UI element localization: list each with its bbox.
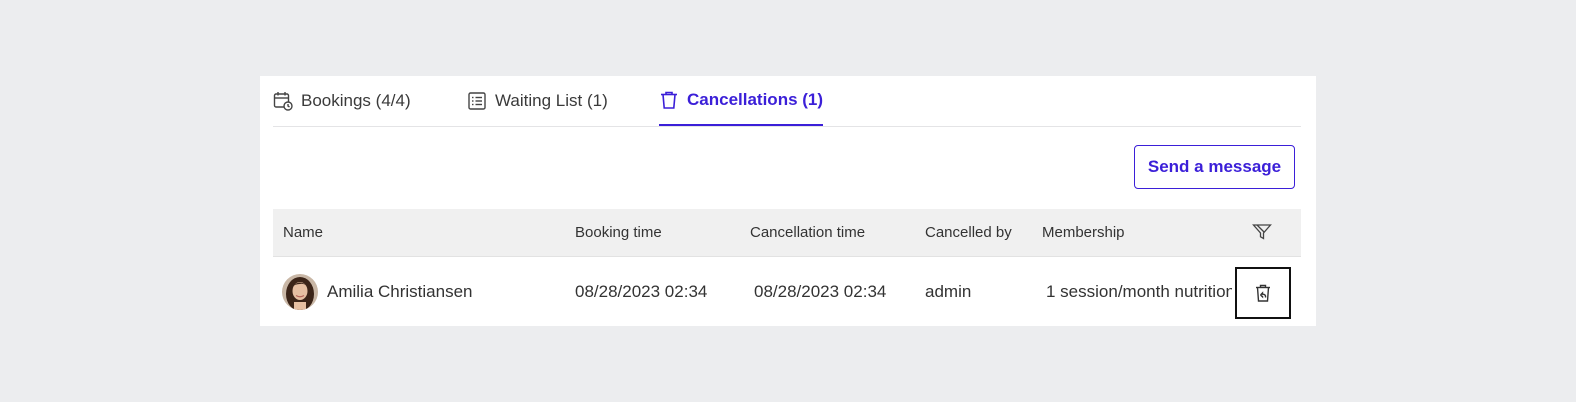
column-header-cancelled-by: Cancelled by	[925, 224, 1012, 241]
table-row[interactable]: Amilia Christiansen 08/28/2023 02:34 08/…	[273, 258, 1301, 326]
cancellation-time-cell: 08/28/2023 02:34	[754, 282, 887, 301]
avatar	[282, 274, 318, 310]
trash-restore-icon	[1256, 284, 1270, 302]
table-header: Name Booking time Cancellation time Canc…	[273, 209, 1301, 257]
restore-booking-button[interactable]	[1235, 267, 1291, 319]
column-header-membership: Membership	[1042, 224, 1125, 241]
tab-waiting-list-label: Waiting List (1)	[495, 91, 608, 110]
column-header-name: Name	[283, 224, 324, 241]
list-icon	[468, 92, 486, 110]
column-header-cancellation-time: Cancellation time	[750, 224, 866, 241]
bookings-panel: Bookings (4/4) Waiting List (1) Cancella…	[260, 76, 1316, 326]
membership-cell: 1 session/month nutrition	[1046, 282, 1232, 301]
tab-cancellations-label: Cancellations (1)	[687, 90, 824, 109]
send-message-button[interactable]: Send a message	[1134, 145, 1295, 189]
tab-bookings-label: Bookings (4/4)	[301, 91, 411, 110]
tab-waiting-list[interactable]: Waiting List (1)	[467, 76, 608, 126]
tab-cancellations[interactable]: Cancellations (1)	[659, 76, 824, 126]
booking-time-cell: 08/28/2023 02:34	[575, 282, 708, 301]
column-header-booking-time: Booking time	[575, 224, 662, 241]
member-name: Amilia Christiansen	[327, 282, 473, 301]
calendar-clock-icon	[273, 92, 293, 111]
trash-icon	[661, 91, 677, 109]
tab-bar: Bookings (4/4) Waiting List (1) Cancella…	[273, 76, 1301, 127]
filter-settings-icon[interactable]	[1252, 223, 1272, 241]
cancelled-by-cell: admin	[925, 282, 972, 301]
tab-bookings[interactable]: Bookings (4/4)	[273, 76, 411, 126]
